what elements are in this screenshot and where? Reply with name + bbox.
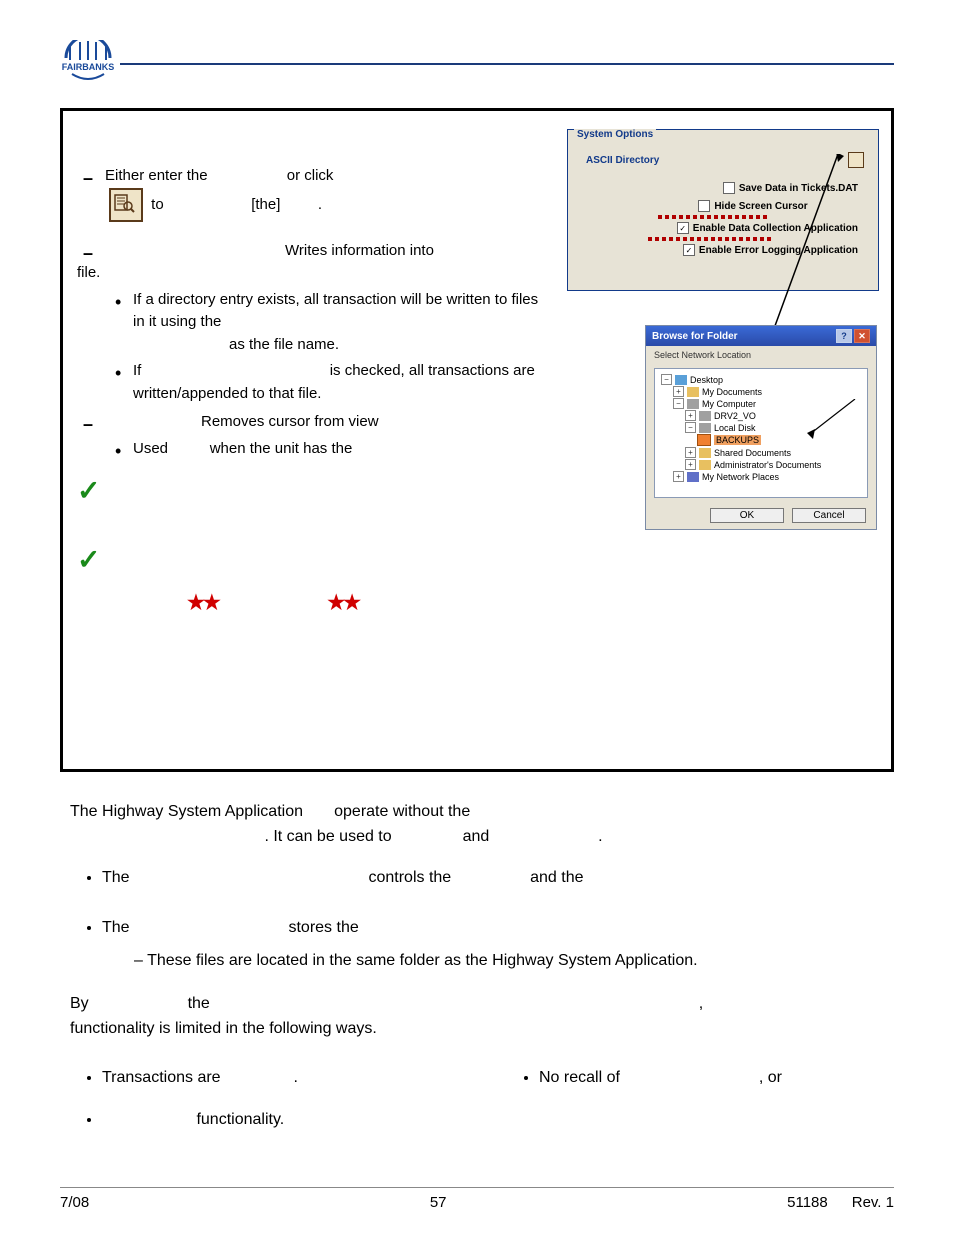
browse-folder-dialog: Browse for Folder ? ✕ Select Network Loc… (645, 325, 877, 530)
content-box: Either enter the or click (60, 108, 894, 772)
body-li-5: No recall of , or (539, 1066, 884, 1091)
sub-directory-exists: If a directory entry exists, all transac… (109, 289, 549, 357)
instruction-enter: Either enter the or click (77, 165, 549, 222)
paragraph-1: The Highway System Application operate w… (70, 800, 884, 850)
help-button[interactable]: ? (836, 329, 852, 343)
body-li-1: The controls the and the (102, 866, 884, 891)
browse-icon[interactable] (109, 188, 143, 222)
browse-icon-small[interactable] (848, 152, 864, 168)
save-tickets-label: Save Data in Tickets.DAT (739, 183, 858, 194)
left-column: Either enter the or click (77, 129, 549, 729)
cancel-button[interactable]: Cancel (792, 508, 866, 523)
enable-ela-label: Enable Error Logging Application (699, 245, 858, 256)
ascii-directory-label: ASCII Directory (586, 155, 659, 166)
page-footer: 7/08 57 51188 Rev. 1 (60, 1187, 894, 1211)
stars-row: ★★ ★★ (77, 590, 549, 615)
save-tickets-checkbox[interactable] (723, 182, 735, 194)
body-li-2: The stores the These files are located i… (102, 916, 884, 974)
close-button[interactable]: ✕ (854, 329, 870, 343)
body-li-3: Transactions are . (102, 1066, 447, 1091)
paragraph-2: By the , functionality is limited in the… (70, 992, 884, 1042)
footer-rev: Rev. 1 (852, 1194, 894, 1211)
header-row: FAIRBANKS (60, 40, 894, 88)
system-options-title: System Options (574, 129, 656, 140)
browse-dialog-title: Browse for Folder (652, 331, 738, 342)
footer-page: 57 (430, 1194, 447, 1211)
body-text: The Highway System Application operate w… (60, 800, 894, 1141)
header-rule (120, 63, 894, 65)
enable-dca-checkbox[interactable]: ✓ (677, 222, 689, 234)
footer-code: 51188 (787, 1194, 828, 1211)
hide-cursor-checkbox[interactable] (698, 200, 710, 212)
sub-if-checked: If is checked, all transactions are writ… (109, 360, 549, 405)
svg-text:FAIRBANKS: FAIRBANKS (62, 62, 115, 72)
enable-ela-checkbox[interactable]: ✓ (683, 244, 695, 256)
fairbanks-logo: FAIRBANKS (60, 40, 116, 88)
right-column: System Options ASCII Directory Save Data… (567, 129, 877, 729)
check-icon: ✓ (77, 474, 549, 507)
body-li-2-sub: These files are located in the same fold… (134, 949, 884, 974)
star-icons: ★★ (327, 592, 359, 614)
hide-cursor-label: Hide Screen Cursor (714, 201, 807, 212)
star-icons: ★★ (187, 592, 219, 614)
check-icon: ✓ (77, 543, 549, 576)
instruction-writes: Writes information into file. If a direc… (77, 240, 549, 406)
browse-subtitle: Select Network Location (646, 346, 876, 364)
instruction-removes-cursor: Removes cursor from view Used when the u… (77, 411, 549, 460)
ok-button[interactable]: OK (710, 508, 784, 523)
footer-date: 7/08 (60, 1194, 89, 1211)
selected-folder[interactable]: BACKUPS (697, 434, 861, 446)
folder-tree[interactable]: −Desktop +My Documents −My Computer +DRV… (654, 368, 868, 498)
enable-dca-label: Enable Data Collection Application (693, 223, 858, 234)
sub-used-when: Used when the unit has the (109, 438, 549, 461)
system-options-panel: System Options ASCII Directory Save Data… (567, 129, 879, 291)
body-li-4: functionality. (102, 1108, 447, 1133)
